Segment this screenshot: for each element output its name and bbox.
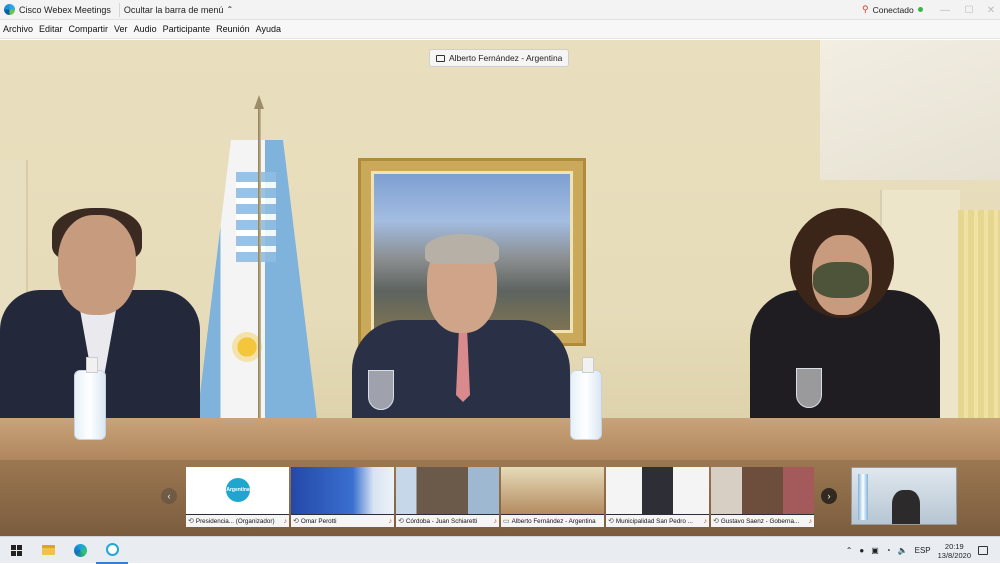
participant-video — [396, 467, 499, 514]
menu-reunion[interactable]: Reunión — [216, 24, 250, 34]
audio-device-icon: ⟲ — [713, 518, 719, 525]
title-bar: Cisco Webex Meetings Ocultar la barra de… — [0, 0, 1000, 20]
participant-name-bar: ⟲ Omar Perotti ♪ — [291, 515, 394, 527]
muted-mic-icon: ♪ — [703, 517, 708, 525]
muted-mic-icon: ♪ — [493, 517, 498, 525]
hide-menu-bar-button[interactable]: Ocultar la barra de menú ⌃ — [118, 2, 237, 17]
file-explorer-icon[interactable] — [32, 537, 64, 564]
muted-mic-icon: ♪ — [388, 517, 393, 525]
participant-name: Municipalidad San Pedro ... — [615, 517, 693, 525]
active-speaker-video[interactable] — [0, 40, 1000, 536]
webex-logo-icon — [4, 4, 15, 15]
menu-bar: Archivo Editar Compartir Ver Audio Parti… — [0, 20, 1000, 39]
chevron-right-icon[interactable]: › — [821, 488, 837, 504]
connection-mic-icon: ⚲ — [862, 4, 869, 14]
status-dot-icon — [917, 7, 923, 12]
clock-time: 20:19 — [944, 541, 964, 551]
maximize-button[interactable]: ☐ — [958, 0, 980, 20]
participant-tile[interactable]: ⟲ Municipalidad San Pedro ... ♪ — [606, 467, 709, 527]
person-head — [58, 215, 136, 315]
network-icon[interactable]: ◔ — [886, 546, 891, 555]
menu-compartir[interactable]: Compartir — [69, 24, 109, 34]
microphone-icon[interactable]: ● — [859, 546, 864, 555]
ceiling-panel — [820, 40, 1000, 180]
menu-editar[interactable]: Editar — [39, 24, 63, 34]
water-glass — [796, 368, 822, 408]
participant-tile-active[interactable]: ▭ Alberto Fernández - Argentina — [501, 467, 604, 527]
video-camera-icon — [436, 54, 445, 62]
participant-video — [291, 467, 394, 514]
connection-status: ⚲ Conectado — [862, 4, 923, 15]
active-speaker-name: Alberto Fernández - Argentina — [449, 53, 563, 63]
audio-device-icon: ⟲ — [188, 518, 194, 525]
participant-tile[interactable]: ⟲ Omar Perotti ♪ — [291, 467, 394, 527]
participant-name-bar: ⟲ Presidencia... (Organizador) ♪ — [186, 515, 289, 527]
participant-filmstrip: Argentina ⟲ Presidencia... (Organizador)… — [186, 467, 814, 527]
participant-name-bar: ⟲ Municipalidad San Pedro ... ♪ — [606, 515, 709, 527]
self-view-video[interactable] — [851, 467, 957, 525]
audio-device-icon: ⟲ — [398, 518, 404, 525]
device-icon[interactable]: ▣ — [871, 546, 879, 555]
muted-mic-icon: ♪ — [283, 517, 288, 525]
video-camera-icon: ▭ — [503, 518, 510, 525]
participant-name-bar: ▭ Alberto Fernández - Argentina — [501, 515, 604, 527]
close-button[interactable]: ✕ — [980, 0, 1000, 20]
chevron-left-icon[interactable]: ‹ — [161, 488, 177, 504]
windows-start-icon[interactable] — [0, 537, 32, 564]
participant-video — [501, 467, 604, 514]
face-mask — [813, 262, 869, 298]
clock[interactable]: 20:19 13/8/2020 — [938, 542, 971, 560]
participant-name: Omar Perotti — [300, 517, 337, 525]
sanitizer-bottle — [74, 357, 106, 440]
self-view-flag — [858, 474, 868, 520]
language-indicator[interactable]: ESP — [915, 546, 931, 555]
hide-menu-bar-label: Ocultar la barra de menú — [123, 4, 224, 15]
participant-video — [606, 467, 709, 514]
participant-video: Argentina — [186, 467, 289, 514]
muted-mic-icon: ♪ — [808, 517, 813, 525]
participant-name: Alberto Fernández - Argentina — [511, 517, 596, 525]
volume-icon[interactable]: 🔈 — [898, 546, 908, 555]
audio-device-icon: ⟲ — [293, 518, 299, 525]
webex-app-icon[interactable] — [96, 537, 128, 564]
self-view-person — [892, 490, 920, 524]
menu-participante[interactable]: Participante — [163, 24, 211, 34]
participant-video — [711, 467, 814, 514]
flag-pole-tip — [254, 95, 264, 109]
clock-date: 13/8/2020 — [937, 550, 971, 560]
participant-tile[interactable]: ⟲ Gustavo Saenz - Goberna... ♪ — [711, 467, 814, 527]
participant-tile[interactable]: ⟲ Córdoba - Juan Schiaretti ♪ — [396, 467, 499, 527]
person-hair — [425, 234, 499, 264]
menu-ayuda[interactable]: Ayuda — [256, 24, 281, 34]
audio-device-icon: ⟲ — [608, 518, 614, 525]
menu-ver[interactable]: Ver — [114, 24, 128, 34]
participant-name-bar: ⟲ Gustavo Saenz - Goberna... ♪ — [711, 515, 814, 527]
chevron-up-icon: ⌃ — [226, 5, 234, 14]
flag-pole — [258, 100, 261, 460]
app-title: Cisco Webex Meetings — [19, 4, 111, 15]
edge-browser-icon[interactable] — [64, 537, 96, 564]
active-speaker-label: Alberto Fernández - Argentina — [429, 49, 570, 67]
argentina-logo: Argentina — [226, 478, 250, 502]
participant-name: Presidencia... (Organizador) — [195, 517, 275, 525]
participant-name: Córdoba - Juan Schiaretti — [405, 517, 478, 525]
sanitizer-bottle — [570, 357, 602, 440]
connection-status-label: Conectado — [872, 4, 914, 15]
show-hidden-icons-icon[interactable]: ⌃ — [846, 546, 853, 555]
menu-audio[interactable]: Audio — [134, 24, 157, 34]
participant-name-bar: ⟲ Córdoba - Juan Schiaretti ♪ — [396, 515, 499, 527]
system-tray: ⌃ ● ▣ ◔ 🔈 ESP 20:19 13/8/2020 — [846, 537, 988, 564]
windows-taskbar: ⌃ ● ▣ ◔ 🔈 ESP 20:19 13/8/2020 — [0, 536, 1000, 564]
minimize-button[interactable]: — — [934, 0, 956, 20]
notifications-icon[interactable] — [978, 546, 988, 555]
menu-archivo[interactable]: Archivo — [3, 24, 33, 34]
participant-tile[interactable]: Argentina ⟲ Presidencia... (Organizador)… — [186, 467, 289, 527]
participant-name: Gustavo Saenz - Goberna... — [720, 517, 800, 525]
flag-ribbon — [236, 172, 276, 262]
water-glass — [368, 370, 394, 410]
